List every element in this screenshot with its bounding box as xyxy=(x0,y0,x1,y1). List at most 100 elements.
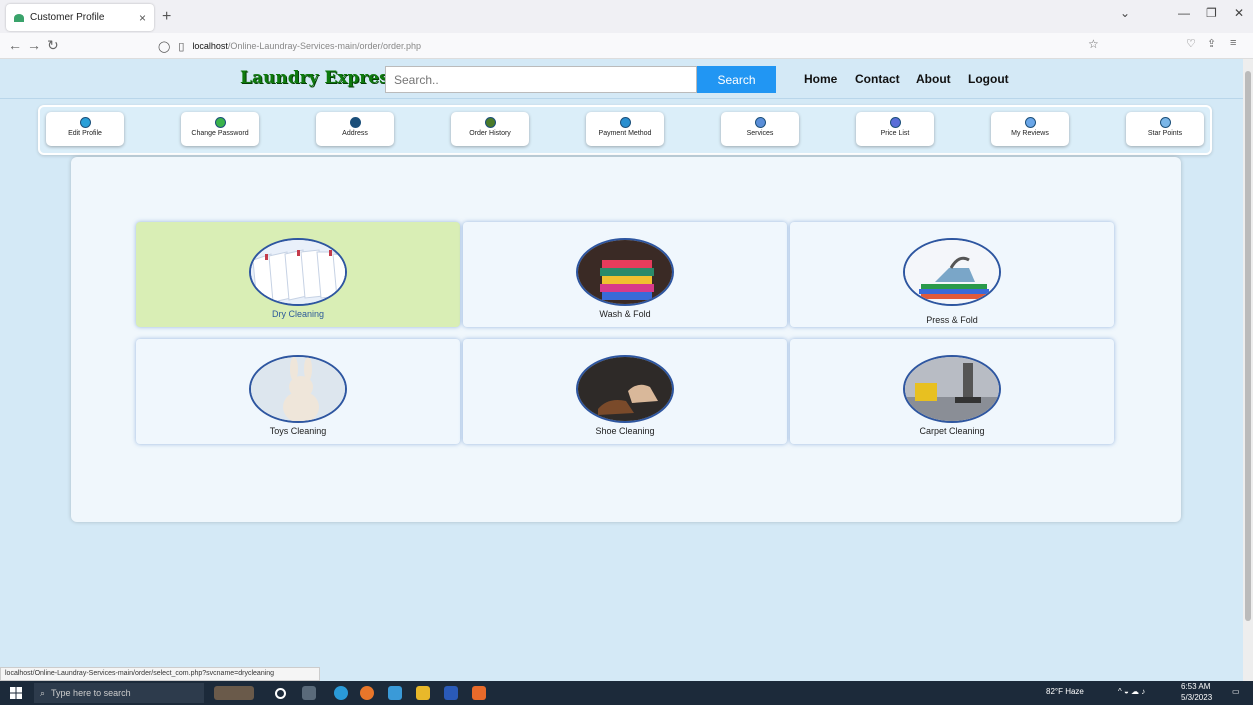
word-icon[interactable] xyxy=(444,686,458,700)
menu-icon[interactable]: ≡ xyxy=(1230,37,1236,49)
history-icon xyxy=(484,117,496,128)
taskbar: ⌕ Type here to search 82°F Haze ^ ◒ ☁ ♪ … xyxy=(0,681,1253,705)
back-icon[interactable]: ← xyxy=(8,37,22,53)
cortana-icon[interactable] xyxy=(275,688,286,699)
menu-label: Change Password xyxy=(191,130,249,137)
edge-icon[interactable] xyxy=(334,686,348,700)
taskbar-search-placeholder: Type here to search xyxy=(51,688,131,698)
site-header: Laundry Express Search Home Contact Abou… xyxy=(0,59,1243,99)
browser-navbar: ← → ↻ ◯ ▯ localhost /Online-Laundray-Ser… xyxy=(0,33,1253,59)
toys-cleaning-icon xyxy=(249,355,347,423)
favicon-icon xyxy=(14,13,24,22)
url-path: /Online-Laundray-Services-main/order/ord… xyxy=(227,41,422,51)
service-label: Toys Cleaning xyxy=(269,426,327,436)
browser-tabbar: Customer Profile × + ⌄ — ❐ ✕ xyxy=(0,0,1253,33)
service-card-wash-fold[interactable]: Wash & Fold xyxy=(463,222,787,327)
extensions-icon[interactable]: ⇪ xyxy=(1207,37,1216,50)
nav-home[interactable]: Home xyxy=(804,72,837,86)
menu-label: Star Points xyxy=(1147,130,1183,137)
search-input[interactable] xyxy=(385,66,697,93)
menu-label: Edit Profile xyxy=(68,130,102,137)
menu-change-password[interactable]: Change Password xyxy=(181,112,259,146)
reviews-icon xyxy=(1024,117,1036,128)
service-card-press-fold[interactable]: Press & Fold xyxy=(790,222,1114,327)
store-icon[interactable] xyxy=(388,686,402,700)
firefox-icon[interactable] xyxy=(360,686,374,700)
clock-time[interactable]: 6:53 AM xyxy=(1181,682,1210,691)
menu-label: Price List xyxy=(880,130,910,137)
file-explorer-icon[interactable] xyxy=(416,686,430,700)
service-card-shoe-cleaning[interactable]: Shoe Cleaning xyxy=(463,339,787,444)
service-card-dry-cleaning[interactable]: Dry Cleaning xyxy=(136,222,460,327)
service-label: Dry Cleaning xyxy=(271,309,325,319)
star-icon xyxy=(1159,117,1171,128)
menu-price-list[interactable]: Price List xyxy=(856,112,934,146)
minimize-icon[interactable]: — xyxy=(1178,6,1190,20)
service-card-carpet-cleaning[interactable]: Carpet Cleaning xyxy=(790,339,1114,444)
nav-logout[interactable]: Logout xyxy=(968,72,1009,86)
menu-services[interactable]: Services xyxy=(721,112,799,146)
task-view-icon[interactable] xyxy=(302,686,316,700)
tray-icons[interactable]: ^ ◒ ☁ ♪ xyxy=(1118,687,1145,696)
profile-menu: Edit Profile Change Password Address Ord… xyxy=(38,105,1212,155)
url-host: localhost xyxy=(192,41,228,51)
address-bar[interactable]: ◯ ▯ localhost /Online-Laundray-Services-… xyxy=(158,36,1108,56)
brand-logo[interactable]: Laundry Express xyxy=(240,68,398,88)
menu-label: Address xyxy=(342,130,368,137)
payment-icon xyxy=(619,117,631,128)
menu-edit-profile[interactable]: Edit Profile xyxy=(46,112,124,146)
bookmark-star-icon[interactable]: ☆ xyxy=(1088,37,1099,51)
clock-date[interactable]: 5/3/2023 xyxy=(1181,693,1212,702)
xampp-icon[interactable] xyxy=(472,686,486,700)
press-fold-icon xyxy=(903,238,1001,306)
menu-label: Order History xyxy=(469,130,511,137)
search-icon: ⌕ xyxy=(40,687,46,698)
page: Laundry Express Search Home Contact Abou… xyxy=(0,59,1243,681)
menu-star-points[interactable]: Star Points xyxy=(1126,112,1204,146)
user-icon xyxy=(79,117,91,128)
windows-start-icon[interactable] xyxy=(10,687,22,699)
notifications-icon[interactable]: ▭ xyxy=(1232,687,1240,696)
forward-icon[interactable]: → xyxy=(27,37,41,53)
reload-icon[interactable]: ↻ xyxy=(47,37,59,54)
tab-title: Customer Profile xyxy=(30,12,105,23)
nav-about[interactable]: About xyxy=(916,72,951,86)
service-label: Shoe Cleaning xyxy=(595,426,655,436)
location-icon xyxy=(349,117,361,128)
carpet-cleaning-icon xyxy=(903,355,1001,423)
weather-status[interactable]: 82°F Haze xyxy=(1046,687,1084,696)
dry-cleaning-icon xyxy=(249,238,347,306)
services-panel: Dry Cleaning Wash & Fold Press & Fold To… xyxy=(71,157,1181,522)
close-window-icon[interactable]: ✕ xyxy=(1234,6,1244,20)
service-label: Carpet Cleaning xyxy=(919,426,985,436)
key-icon xyxy=(214,117,226,128)
menu-order-history[interactable]: Order History xyxy=(451,112,529,146)
service-label: Wash & Fold xyxy=(599,309,651,319)
link-status-bar: localhost/Online-Laundray-Services-main/… xyxy=(0,667,320,681)
pocket-icon[interactable]: ♡ xyxy=(1186,37,1196,50)
new-tab-icon[interactable]: + xyxy=(162,8,171,26)
menu-address[interactable]: Address xyxy=(316,112,394,146)
shield-icon: ◯ xyxy=(158,40,171,53)
menu-my-reviews[interactable]: My Reviews xyxy=(991,112,1069,146)
taskbar-search[interactable]: ⌕ Type here to search xyxy=(34,683,204,703)
close-tab-icon[interactable]: × xyxy=(139,11,146,25)
browser-tab[interactable]: Customer Profile × xyxy=(6,4,154,31)
scroll-thumb[interactable] xyxy=(1245,71,1251,621)
menu-label: Payment Method xyxy=(598,130,652,137)
service-card-toys-cleaning[interactable]: Toys Cleaning xyxy=(136,339,460,444)
list-tabs-icon[interactable]: ⌄ xyxy=(1120,6,1130,20)
wash-fold-icon xyxy=(576,238,674,306)
shoe-cleaning-icon xyxy=(576,355,674,423)
restore-icon[interactable]: ❐ xyxy=(1206,6,1217,20)
services-icon xyxy=(754,117,766,128)
service-label: Press & Fold xyxy=(926,315,978,325)
search-button[interactable]: Search xyxy=(697,66,776,93)
page-scrollbar[interactable] xyxy=(1243,59,1253,681)
page-icon: ▯ xyxy=(178,40,185,53)
nav-contact[interactable]: Contact xyxy=(855,72,900,86)
menu-payment-method[interactable]: Payment Method xyxy=(586,112,664,146)
news-widget-icon[interactable] xyxy=(214,686,254,700)
price-list-icon xyxy=(889,117,901,128)
menu-label: Services xyxy=(746,130,774,137)
